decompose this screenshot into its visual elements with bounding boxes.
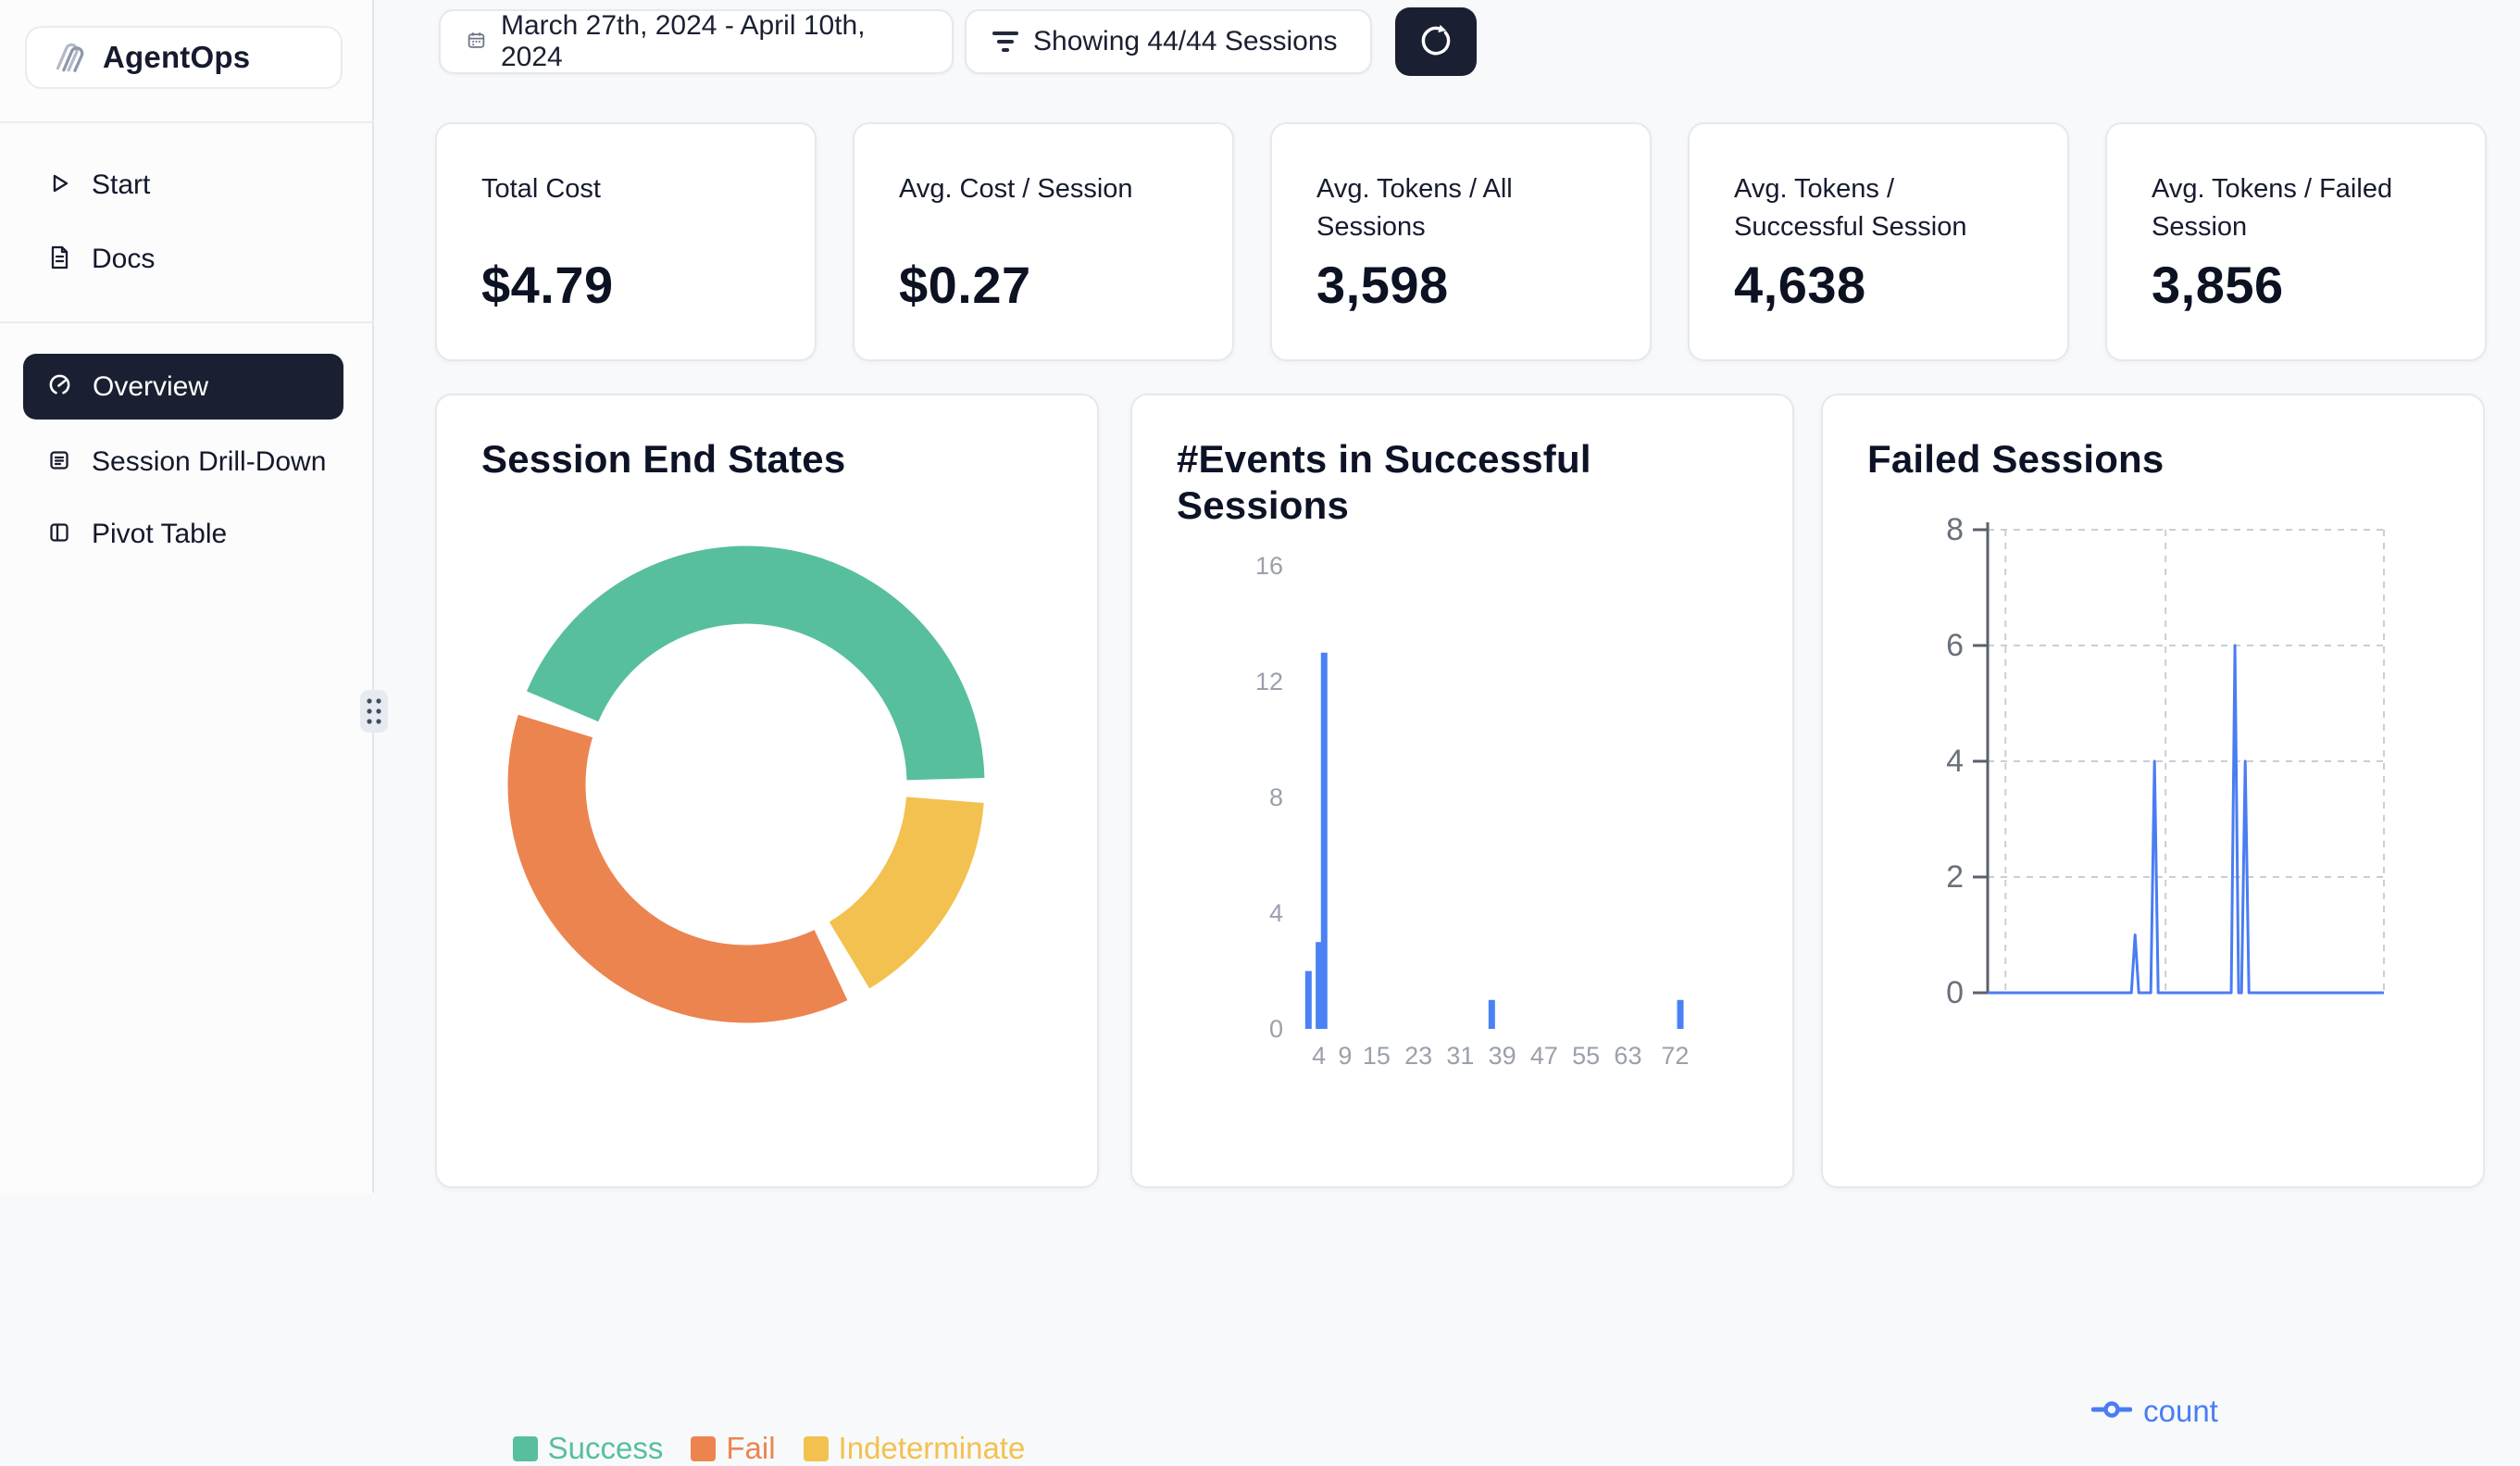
svg-text:47: 47: [1530, 1042, 1558, 1070]
stat-card-avg-cost-session: Avg. Cost / Session $0.27: [853, 122, 1234, 361]
stat-label: Avg. Tokens / All Sessions: [1316, 170, 1607, 245]
sidebar-divider: [0, 321, 374, 323]
document-icon: [45, 244, 73, 276]
stat-value: 4,638: [1734, 255, 2025, 315]
stat-value: $4.79: [481, 255, 772, 315]
chart-card-failed-sessions: Failed Sessions 02468 count: [1821, 394, 2485, 1188]
list-icon: [45, 446, 73, 479]
play-icon: [45, 169, 73, 202]
stat-label: Avg. Tokens / Successful Session: [1734, 170, 2025, 245]
svg-text:0: 0: [1946, 975, 1964, 1010]
brand-logo[interactable]: AgentOps: [25, 26, 343, 89]
stat-card-total-cost: Total Cost $4.79: [435, 122, 817, 361]
svg-text:8: 8: [1269, 783, 1283, 811]
svg-text:9: 9: [1338, 1042, 1352, 1070]
sidebar-item-label: Session Drill-Down: [92, 446, 326, 478]
svg-text:2: 2: [1946, 859, 1964, 895]
stat-value: 3,856: [2152, 255, 2442, 315]
svg-text:16: 16: [1255, 552, 1283, 580]
sidebar-item-overview[interactable]: Overview: [23, 354, 343, 420]
stat-card-avg-tokens-successful: Avg. Tokens / Successful Session 4,638: [1688, 122, 2069, 361]
svg-text:31: 31: [1446, 1042, 1474, 1070]
brand-name: AgentOps: [103, 40, 250, 75]
filter-icon: [992, 31, 1018, 52]
sidebar-item-session-drill-down[interactable]: Session Drill-Down: [23, 434, 343, 490]
gauge-icon: [45, 370, 74, 404]
svg-text:23: 23: [1404, 1042, 1432, 1070]
sidebar: AgentOps Start Docs Overview: [0, 0, 374, 1193]
grip-dots-icon: [360, 690, 388, 733]
svg-text:63: 63: [1614, 1042, 1641, 1070]
sidebar-divider: [0, 121, 374, 123]
legend-label: Fail: [726, 1431, 775, 1466]
sidebar-item-label: Docs: [92, 244, 155, 275]
donut-chart[interactable]: [437, 395, 1101, 1190]
sidebar-item-label: Pivot Table: [92, 519, 227, 550]
sidebar-item-pivot-table[interactable]: Pivot Table: [23, 507, 343, 562]
count-legend[interactable]: count: [1823, 1394, 2487, 1429]
refresh-button[interactable]: [1395, 7, 1477, 76]
svg-text:8: 8: [1946, 512, 1964, 547]
refresh-icon: [1415, 19, 1457, 66]
stat-value: 3,598: [1316, 255, 1607, 315]
sidebar-item-start[interactable]: Start: [23, 157, 343, 213]
stat-label: Avg. Cost / Session: [899, 170, 1190, 208]
svg-text:4: 4: [1946, 744, 1964, 779]
legend-item-success[interactable]: Success: [513, 1431, 664, 1466]
legend-label: Success: [548, 1431, 664, 1466]
svg-text:15: 15: [1363, 1042, 1391, 1070]
stat-card-avg-tokens-all: Avg. Tokens / All Sessions 3,598: [1270, 122, 1652, 361]
events-bar-chart[interactable]: 0481216491523313947556372: [1132, 395, 1796, 1190]
fail-swatch-icon: [691, 1436, 716, 1461]
date-range-label: March 27th, 2024 - April 10th, 2024: [501, 10, 926, 73]
svg-text:0: 0: [1269, 1015, 1283, 1043]
svg-text:6: 6: [1946, 628, 1964, 663]
sidebar-item-label: Start: [92, 169, 150, 201]
chart-card-events-histogram: #Events in Successful Sessions 048121649…: [1130, 394, 1794, 1188]
paperclip-logo-icon: [47, 36, 86, 80]
svg-text:72: 72: [1661, 1042, 1689, 1070]
indeterminate-swatch-icon: [804, 1436, 829, 1461]
legend-item-fail[interactable]: Fail: [691, 1431, 775, 1466]
failed-sessions-line-chart[interactable]: 0 2 4 6 8: [1823, 395, 2487, 1190]
svg-text:39: 39: [1489, 1042, 1516, 1070]
svg-text:4: 4: [1269, 899, 1283, 927]
stat-value: $0.27: [899, 255, 1190, 315]
sidebar-resize-handle[interactable]: [360, 690, 388, 733]
legend-item-indeterminate[interactable]: Indeterminate: [804, 1431, 1026, 1466]
stat-card-avg-tokens-failed: Avg. Tokens / Failed Session 3,856: [2105, 122, 2487, 361]
line-marker-icon: [2091, 1400, 2132, 1423]
svg-text:12: 12: [1255, 668, 1283, 695]
stat-label: Total Cost: [481, 170, 772, 208]
legend-label: Indeterminate: [839, 1431, 1026, 1466]
sessions-filter-button[interactable]: Showing 44/44 Sessions: [965, 9, 1372, 74]
date-range-button[interactable]: March 27th, 2024 - April 10th, 2024: [439, 9, 954, 74]
stat-label: Avg. Tokens / Failed Session: [2152, 170, 2442, 245]
svg-text:4: 4: [1312, 1042, 1326, 1070]
calendar-icon: [467, 26, 486, 57]
sidebar-item-label: Overview: [93, 371, 208, 403]
donut-legend: Success Fail Indeterminate: [437, 1431, 1101, 1466]
sidebar-item-docs[interactable]: Docs: [23, 232, 343, 287]
columns-icon: [45, 519, 73, 551]
legend-label: count: [2143, 1394, 2218, 1429]
chart-card-session-end-states: Session End States Success Fail Indeterm…: [435, 394, 1099, 1188]
success-swatch-icon: [513, 1436, 538, 1461]
sessions-filter-label: Showing 44/44 Sessions: [1033, 26, 1338, 57]
svg-text:55: 55: [1572, 1042, 1600, 1070]
